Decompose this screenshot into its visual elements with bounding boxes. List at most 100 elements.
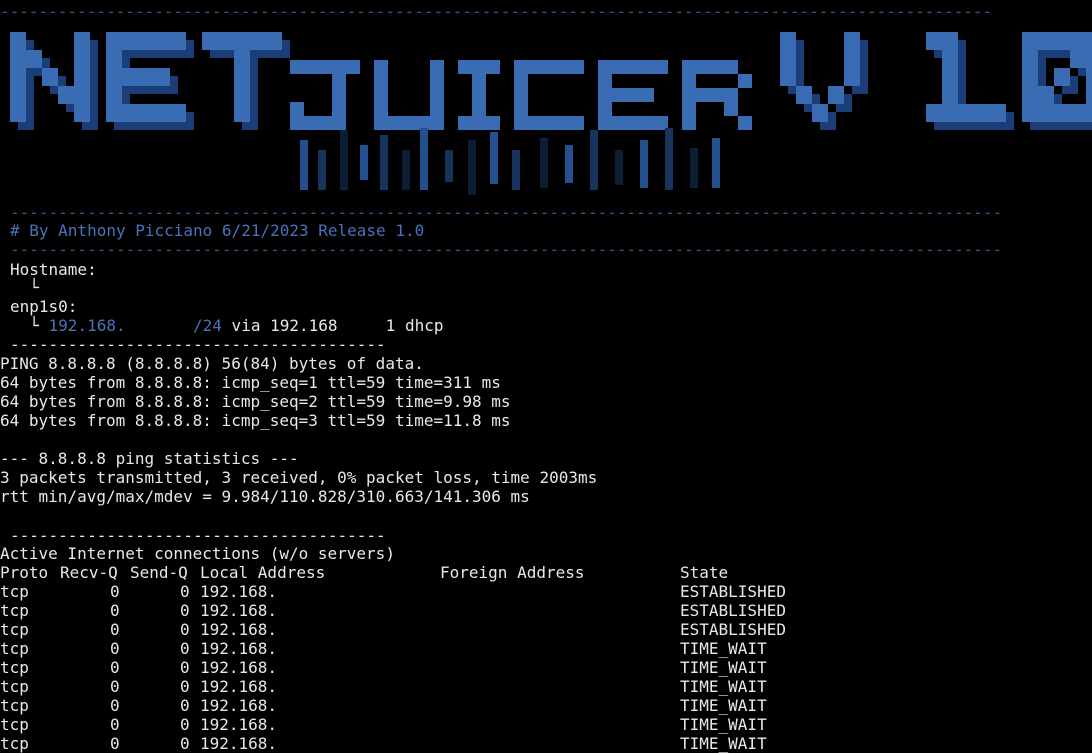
banner-block <box>74 50 90 68</box>
ping-line: rtt min/avg/max/mdev = 9.984/110.828/310… <box>0 487 530 506</box>
banner-block <box>682 102 696 116</box>
banner-block <box>74 86 90 104</box>
netstat-cell: TIME_WAIT <box>680 658 767 677</box>
banner-drip <box>340 130 348 190</box>
banner-block <box>598 88 612 102</box>
netstat-cell: tcp <box>0 658 29 677</box>
banner-block <box>138 68 154 86</box>
ping-line: 64 bytes from 8.8.8.8: icmp_seq=1 ttl=59… <box>0 373 501 392</box>
banner-block <box>10 50 26 68</box>
banner-block <box>374 74 388 88</box>
netstat-cell: 0 <box>180 582 190 601</box>
banner-block <box>710 88 724 102</box>
banner-block <box>828 86 844 104</box>
banner-block <box>1022 68 1038 86</box>
banner-block <box>1022 50 1038 68</box>
netstat-cell: TIME_WAIT <box>680 734 767 753</box>
banner-block <box>514 74 528 88</box>
banner-block <box>696 60 710 74</box>
banner-block <box>514 116 528 130</box>
banner-block <box>942 104 958 122</box>
banner-block <box>170 104 186 122</box>
banner-block <box>682 74 696 88</box>
netstat-cell: 0 <box>180 696 190 715</box>
banner-block <box>942 32 958 50</box>
banner-block <box>682 60 696 74</box>
banner-block <box>844 32 860 50</box>
banner-block <box>234 104 250 122</box>
banner-drip <box>318 150 326 190</box>
banner-block <box>738 116 752 130</box>
netstat-cell: 192.168. <box>200 639 278 658</box>
banner-block <box>266 32 282 50</box>
banner-block <box>926 104 942 122</box>
banner-block <box>780 50 796 68</box>
netstat-cell: tcp <box>0 620 29 639</box>
banner-block <box>290 102 304 116</box>
ping-line: 64 bytes from 8.8.8.8: icmp_seq=3 ttl=59… <box>0 411 511 430</box>
banner-block <box>26 50 42 68</box>
banner-block <box>556 60 570 74</box>
banner-drip <box>490 132 498 184</box>
banner-block <box>430 88 444 102</box>
banner-block <box>374 102 388 116</box>
hostname-label: Hostname: <box>10 260 97 279</box>
banner-block <box>1038 32 1054 50</box>
netstat-header: Recv-Q <box>60 563 118 582</box>
banner-block <box>1086 104 1092 122</box>
banner-block <box>202 32 218 50</box>
banner-block <box>106 68 122 86</box>
banner-block <box>486 60 500 74</box>
banner-block <box>1038 86 1054 104</box>
banner-block <box>844 68 860 86</box>
banner-block <box>332 60 346 74</box>
interface-route: via 192.168 1 dhcp <box>221 316 444 335</box>
banner-block <box>430 60 444 74</box>
hostname-branch: └ <box>10 278 39 297</box>
netstat-header: Local Address <box>200 563 326 582</box>
banner-block <box>106 32 122 50</box>
banner-block <box>472 60 486 74</box>
netstat-title: Active Internet connections (w/o servers… <box>0 544 395 563</box>
banner-block <box>958 104 974 122</box>
banner-block <box>696 88 710 102</box>
banner-block <box>304 60 318 74</box>
banner-block <box>1070 104 1086 122</box>
banner-block <box>682 88 696 102</box>
netstat-header: Foreign Address <box>440 563 585 582</box>
netstat-cell: TIME_WAIT <box>680 715 767 734</box>
netstat-cell: 192.168. <box>200 582 278 601</box>
banner-block <box>612 60 626 74</box>
netstat-cell: 192.168. <box>200 715 278 734</box>
banner-block <box>486 116 500 130</box>
banner-block <box>170 32 186 50</box>
banner-block <box>234 86 250 104</box>
section-rule-2: --------------------------------------- <box>10 526 386 545</box>
banner-block <box>724 60 738 74</box>
banner-block <box>430 102 444 116</box>
netstat-cell: 0 <box>180 601 190 620</box>
banner-block <box>1038 104 1054 122</box>
banner-block <box>10 86 26 104</box>
banner-block <box>1054 104 1070 122</box>
banner-drip <box>665 128 673 190</box>
banner-block <box>154 104 170 122</box>
banner-block <box>290 60 304 74</box>
banner-block <box>10 104 26 122</box>
banner-block <box>570 116 584 130</box>
banner-block <box>122 104 138 122</box>
banner-block <box>154 68 170 86</box>
banner-block <box>472 102 486 116</box>
banner-block <box>388 116 402 130</box>
netstat-header: Send-Q <box>130 563 188 582</box>
banner-block <box>626 60 640 74</box>
banner-block <box>1054 68 1070 86</box>
banner-block <box>430 116 444 130</box>
interface-branch: └ <box>10 316 49 335</box>
banner-drip <box>615 150 623 185</box>
banner-block <box>74 104 90 122</box>
banner-block <box>654 60 668 74</box>
banner-block <box>416 116 430 130</box>
banner-block <box>234 50 250 68</box>
netstat-cell: 0 <box>180 734 190 753</box>
